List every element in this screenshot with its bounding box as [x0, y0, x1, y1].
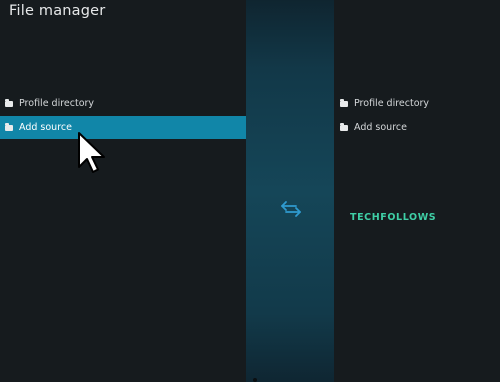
folder-icon — [340, 122, 348, 131]
center-strip — [246, 0, 334, 382]
right-item-label: Profile directory — [354, 98, 430, 109]
folder-icon — [5, 122, 13, 131]
right-item-label: Add source — [354, 122, 407, 133]
folder-icon — [5, 98, 13, 107]
right-item-profile-directory[interactable]: Profile directory — [340, 92, 500, 115]
left-pane — [0, 0, 246, 382]
divider-dot — [253, 378, 257, 382]
folder-icon — [340, 98, 348, 107]
left-item-add-source[interactable]: Add source — [0, 116, 246, 139]
left-item-label: Profile directory — [19, 98, 95, 109]
techfollows-watermark: TECHFOLLOWS — [350, 212, 437, 223]
page-title: File manager — [9, 3, 106, 19]
right-item-add-source[interactable]: Add source — [340, 116, 500, 139]
mouse-pointer-icon — [78, 132, 105, 173]
left-item-label: Add source — [19, 122, 72, 133]
right-pane — [334, 0, 500, 382]
swap-arrows-icon[interactable] — [280, 200, 302, 218]
left-item-profile-directory[interactable]: Profile directory — [0, 92, 246, 115]
file-manager-screen: File manager Profile directory Add sourc… — [0, 0, 500, 382]
